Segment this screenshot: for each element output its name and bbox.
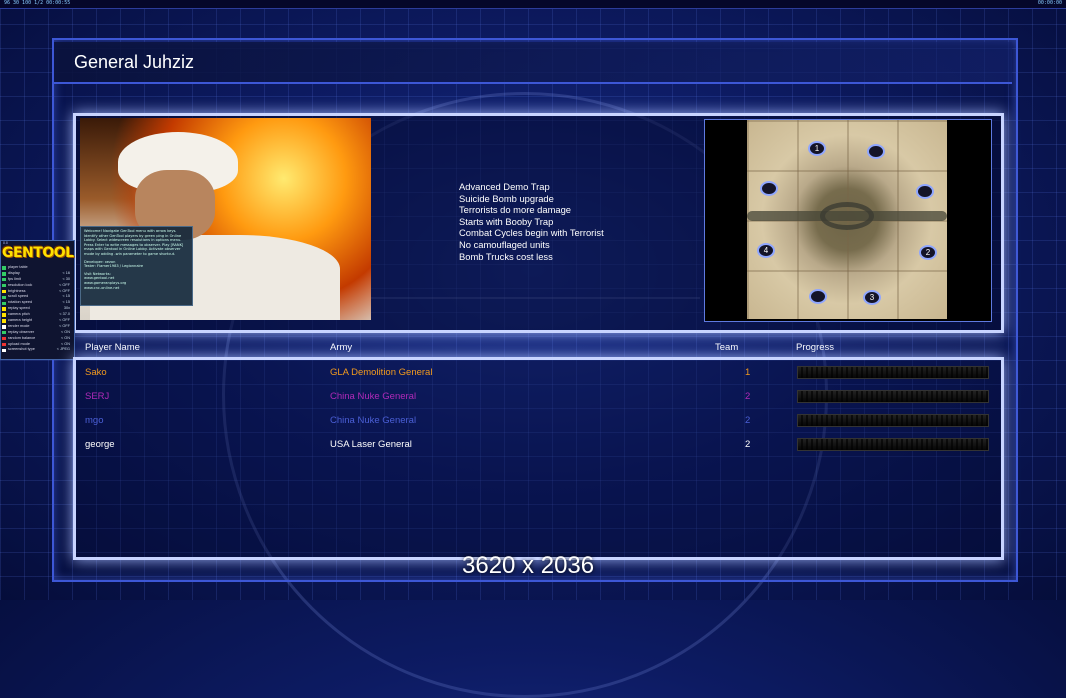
trait-item: Combat Cycles begin with Terrorist bbox=[459, 227, 604, 239]
map-spawn-4[interactable]: 4 bbox=[757, 243, 775, 258]
column-header-army: Army bbox=[330, 342, 353, 353]
option-label: upload mode bbox=[8, 341, 30, 346]
gentool-info-overlay: Welcome! Navigate GenTool menu with arro… bbox=[80, 226, 193, 306]
trait-item: No camouflaged units bbox=[459, 238, 550, 250]
option-indicator-icon bbox=[2, 348, 6, 353]
option-label: camera pitch bbox=[8, 312, 30, 317]
trait-item: Bomb Trucks cost less bbox=[459, 250, 553, 262]
trait-item: Starts with Booby Trap bbox=[459, 215, 554, 227]
player-name: SERJ bbox=[85, 391, 110, 402]
option-label: screenshot type bbox=[8, 347, 35, 352]
player-team: 2 bbox=[745, 439, 751, 450]
option-label: replay speed bbox=[8, 306, 30, 311]
trait-item: Suicide Bomb upgrade bbox=[459, 192, 554, 204]
map-spawn-empty[interactable] bbox=[916, 184, 934, 199]
loading-progress-bar bbox=[797, 414, 989, 427]
page-title: General Juhziz bbox=[74, 52, 195, 72]
table-row: george USA Laser General 2 bbox=[0, 438, 1066, 453]
option-label: resolution lock bbox=[8, 282, 33, 287]
column-header-team: Team bbox=[715, 342, 739, 353]
map-spawn-1[interactable]: 1 bbox=[808, 141, 826, 156]
option-indicator-icon bbox=[2, 277, 6, 282]
title-header bbox=[54, 42, 1012, 84]
option-label: display bbox=[8, 270, 20, 275]
players-panel bbox=[73, 357, 1004, 560]
loading-progress-bar bbox=[797, 438, 989, 451]
top-status-right: 00:00:00 bbox=[1037, 0, 1062, 6]
option-label: brightness bbox=[8, 288, 26, 293]
map-spawn-3[interactable]: 3 bbox=[863, 290, 881, 305]
player-army: China Nuke General bbox=[330, 391, 417, 402]
option-label: rotation speed bbox=[8, 300, 33, 305]
option-indicator-icon bbox=[2, 266, 6, 270]
table-row: mgo China Nuke General 2 bbox=[0, 414, 1066, 429]
option-indicator-icon bbox=[2, 289, 6, 294]
trait-item: Advanced Demo Trap bbox=[459, 181, 550, 192]
gentool-options-list: player table display < 16 fps limit < 30 reso… bbox=[2, 265, 71, 353]
column-header-progress: Progress bbox=[796, 342, 835, 353]
table-row: SERJ China Nuke General 2 bbox=[0, 390, 1066, 405]
player-name: mgo bbox=[85, 415, 104, 426]
general-traits-list: Advanced Demo Trap Suicide Bomb upgrade … bbox=[459, 181, 604, 262]
option-indicator-icon bbox=[2, 342, 6, 347]
overlay-link[interactable]: www.cnc-online.net bbox=[84, 286, 189, 291]
option-indicator-icon bbox=[2, 307, 6, 311]
gentool-logo: GENTOOL bbox=[2, 245, 74, 261]
overlay-tester: Tester: Flamer1983 / Legionnaire bbox=[84, 264, 144, 269]
option-indicator-icon bbox=[2, 295, 6, 300]
player-team: 2 bbox=[745, 415, 751, 426]
option-indicator-icon bbox=[2, 301, 6, 306]
map-spawn-empty[interactable] bbox=[867, 144, 885, 159]
gentool-option-item[interactable]: screenshot type < JPEG bbox=[2, 347, 71, 353]
trait-item: Terrorists do more damage bbox=[459, 204, 572, 216]
option-indicator-icon bbox=[2, 330, 6, 335]
map-spawn-2[interactable]: 2 bbox=[919, 245, 937, 260]
option-label: player table bbox=[8, 265, 28, 269]
top-status-left: 96 30 100 1/2 00:00:55 bbox=[4, 0, 71, 6]
table-row: Sako GLA Demolition General 1 bbox=[0, 366, 1066, 381]
player-army: China Nuke General bbox=[330, 415, 417, 426]
option-value: < JPEG bbox=[56, 347, 70, 352]
column-header-player-name: Player Name bbox=[85, 342, 140, 353]
option-indicator-icon bbox=[2, 336, 6, 341]
resolution-caption: 3620 x 2036 bbox=[462, 552, 595, 579]
top-status-bar: 96 30 100 1/2 00:00:55 00:00:00 bbox=[0, 0, 1066, 9]
loading-progress-bar bbox=[797, 366, 989, 379]
option-label: replay observer bbox=[8, 329, 35, 334]
overlay-welcome-text: Welcome! Navigate GenTool menu with arro… bbox=[84, 229, 184, 256]
map-spawn-empty[interactable] bbox=[760, 181, 778, 196]
option-indicator-icon bbox=[2, 283, 6, 288]
option-indicator-icon bbox=[2, 325, 6, 329]
player-name: Sako bbox=[85, 367, 107, 378]
option-label: random balance bbox=[8, 335, 36, 340]
map-lake bbox=[820, 202, 874, 230]
map-spawn-empty[interactable] bbox=[809, 289, 827, 304]
option-indicator-icon bbox=[2, 272, 6, 276]
player-team: 2 bbox=[745, 391, 751, 402]
option-indicator-icon bbox=[2, 313, 6, 317]
option-label: scroll speed bbox=[8, 294, 29, 299]
option-label: render mode bbox=[8, 323, 30, 328]
option-label: fps limit bbox=[8, 276, 21, 281]
player-army: USA Laser General bbox=[330, 439, 412, 450]
player-name: george bbox=[85, 439, 115, 450]
option-label: camera height bbox=[8, 318, 33, 323]
option-indicator-icon bbox=[2, 319, 6, 323]
player-team: 1 bbox=[745, 367, 751, 378]
player-army: GLA Demolition General bbox=[330, 367, 433, 378]
loading-progress-bar bbox=[797, 390, 989, 403]
